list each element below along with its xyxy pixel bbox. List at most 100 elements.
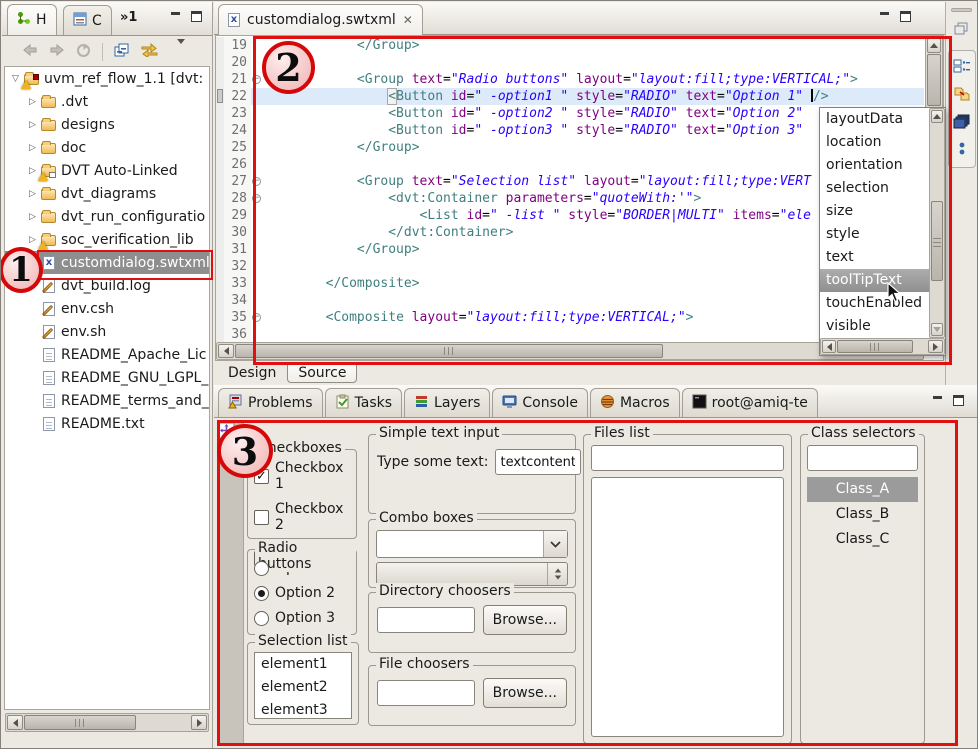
drag-handle[interactable] (951, 8, 972, 12)
expander-arrow[interactable]: ▷ (25, 120, 40, 130)
outline-view-icon[interactable] (953, 59, 971, 78)
editor-tab-customdialog[interactable]: x customdialog.swtxml ✕ (218, 4, 423, 35)
tree-item[interactable]: ▷doc (5, 136, 209, 159)
autocomplete-item[interactable]: text (820, 246, 929, 269)
forward-icon[interactable] (49, 44, 65, 60)
code-line[interactable]: 36 (216, 326, 924, 342)
back-icon[interactable] (22, 44, 38, 60)
project-tree[interactable]: ▽uvm_ref_flow_1.1 [dvt: ▷.dvt▷designs▷do… (4, 66, 210, 710)
radio-option-3[interactable]: Option 3 (254, 610, 350, 626)
fold-collapse-icon[interactable]: − (251, 173, 263, 190)
autocomplete-item[interactable]: size (820, 200, 929, 223)
spinner-arrows-icon[interactable] (547, 563, 567, 585)
files-filter-input[interactable] (591, 445, 784, 471)
combo-box-editable[interactable] (376, 530, 568, 558)
class-filter-input[interactable] (807, 445, 918, 471)
tab-tasks[interactable]: Tasks (325, 388, 403, 417)
selection-listbox[interactable]: element1 element2 element3 (254, 652, 352, 719)
scroll-thumb[interactable] (24, 715, 136, 730)
code-line[interactable]: 21− <Group text="Radio buttons" layout="… (216, 71, 924, 88)
tree-item[interactable]: README.txt (5, 412, 209, 435)
autocomplete-item[interactable]: style (820, 223, 929, 246)
scroll-up-button[interactable] (927, 38, 941, 53)
code-line[interactable]: 33 </Composite> (216, 275, 924, 292)
tab-terminal[interactable]: root@amiq-te (682, 388, 818, 417)
scroll-right-button[interactable] (928, 340, 943, 353)
browse-directory-button[interactable]: Browse... (483, 605, 567, 635)
radio-option-2[interactable]: Option 2 (254, 585, 350, 601)
code-line[interactable]: 20 (216, 54, 924, 71)
code-line[interactable]: 28− <dvt:Container parameters="quoteWith… (216, 190, 924, 207)
go-up-icon[interactable] (76, 43, 91, 61)
chevron-down-icon[interactable] (543, 531, 567, 557)
list-item[interactable]: element1 (255, 653, 351, 676)
maximize-icon[interactable] (191, 11, 202, 22)
tree-item[interactable]: ▷dvt_run_configuratio (5, 205, 209, 228)
scroll-down-button[interactable] (931, 323, 943, 336)
views-stack-icon[interactable] (953, 114, 971, 134)
autocomplete-item[interactable]: selection (820, 177, 929, 200)
code-line[interactable]: 31 </Group> (216, 241, 924, 258)
class-listbox[interactable]: Class_A Class_B Class_C (807, 477, 918, 737)
tab-layers[interactable]: Layers (404, 388, 490, 417)
code-line[interactable]: 22 <Button id=" -option1 " style="RADIO"… (216, 88, 924, 105)
scroll-left-button[interactable] (218, 344, 234, 358)
tree-h-scrollbar[interactable] (5, 713, 209, 732)
tree-item[interactable]: ▽uvm_ref_flow_1.1 [dvt: (5, 67, 209, 90)
view-tab-c[interactable]: C (63, 5, 112, 35)
tree-item[interactable]: env.sh (5, 320, 209, 343)
link-with-editor-icon[interactable] (141, 43, 158, 61)
tab-problems[interactable]: Problems (218, 388, 323, 417)
code-line[interactable]: 26 (216, 156, 924, 173)
tree-item[interactable]: README_Apache_Lic (5, 343, 209, 366)
fold-collapse-icon[interactable]: − (251, 71, 263, 88)
tab-console[interactable]: Console (492, 388, 588, 417)
editor-h-scrollbar[interactable] (216, 342, 924, 360)
scroll-right-button[interactable] (191, 715, 207, 730)
tab-macros[interactable]: Macros (590, 388, 680, 417)
restore-icon[interactable] (954, 22, 968, 39)
checkbox-2[interactable]: Checkbox 2 (254, 501, 350, 533)
code-line[interactable]: 30 </dvt:Container> (216, 224, 924, 241)
autocomplete-item[interactable]: touchEnabled (820, 292, 929, 315)
view-tab-h[interactable]: H (7, 4, 57, 35)
autocomplete-item[interactable]: layoutData (820, 108, 929, 131)
scroll-thumb[interactable] (235, 344, 663, 358)
tree-item[interactable]: ▷DVT Auto-Linked (5, 159, 209, 182)
scroll-left-button[interactable] (822, 340, 836, 353)
minimize-icon[interactable] (879, 11, 891, 21)
view-tab-overflow[interactable]: »1 (120, 10, 137, 25)
autocomplete-item[interactable]: visible (820, 315, 929, 338)
fold-collapse-icon[interactable]: − (251, 309, 263, 326)
file-path-input[interactable] (377, 680, 475, 706)
tree-item[interactable]: ▷.dvt (5, 90, 209, 113)
tree-item[interactable]: README_terms_and_ (5, 389, 209, 412)
code-line[interactable]: 24 <Button id=" -option3 " style="RADIO"… (216, 122, 924, 139)
autocomplete-item[interactable]: toolTipText (820, 269, 929, 292)
sync-files-icon[interactable] (953, 86, 971, 106)
list-item[interactable]: Class_C (807, 527, 918, 552)
browse-file-button[interactable]: Browse... (483, 678, 567, 708)
fold-collapse-icon[interactable]: − (251, 190, 263, 207)
code-line[interactable]: 27− <Group text="Selection list" layout=… (216, 173, 924, 190)
scroll-thumb[interactable] (931, 201, 943, 281)
scroll-thumb[interactable] (837, 340, 913, 353)
list-item[interactable]: element3 (255, 699, 351, 722)
code-line[interactable]: 32 (216, 258, 924, 275)
tree-item[interactable]: ▷designs (5, 113, 209, 136)
maximize-icon[interactable] (953, 395, 964, 406)
expander-arrow[interactable]: ▷ (25, 189, 40, 199)
scroll-up-button[interactable] (931, 110, 943, 123)
expander-arrow[interactable]: ▷ (25, 143, 40, 153)
files-listbox[interactable] (591, 477, 784, 737)
list-item-selected[interactable]: Class_A (807, 477, 918, 502)
maximize-icon[interactable] (900, 11, 911, 22)
expander-arrow[interactable]: ▷ (25, 212, 40, 222)
code-line[interactable]: 29 <List id=" -list " style="BORDER|MULT… (216, 207, 924, 224)
minimize-icon[interactable] (170, 11, 182, 21)
code-line[interactable]: 25 </Group> (216, 139, 924, 156)
scroll-left-button[interactable] (7, 715, 23, 730)
collapse-all-icon[interactable] (114, 43, 130, 61)
simple-text-input[interactable] (495, 449, 581, 475)
tab-design[interactable]: Design (217, 362, 287, 383)
